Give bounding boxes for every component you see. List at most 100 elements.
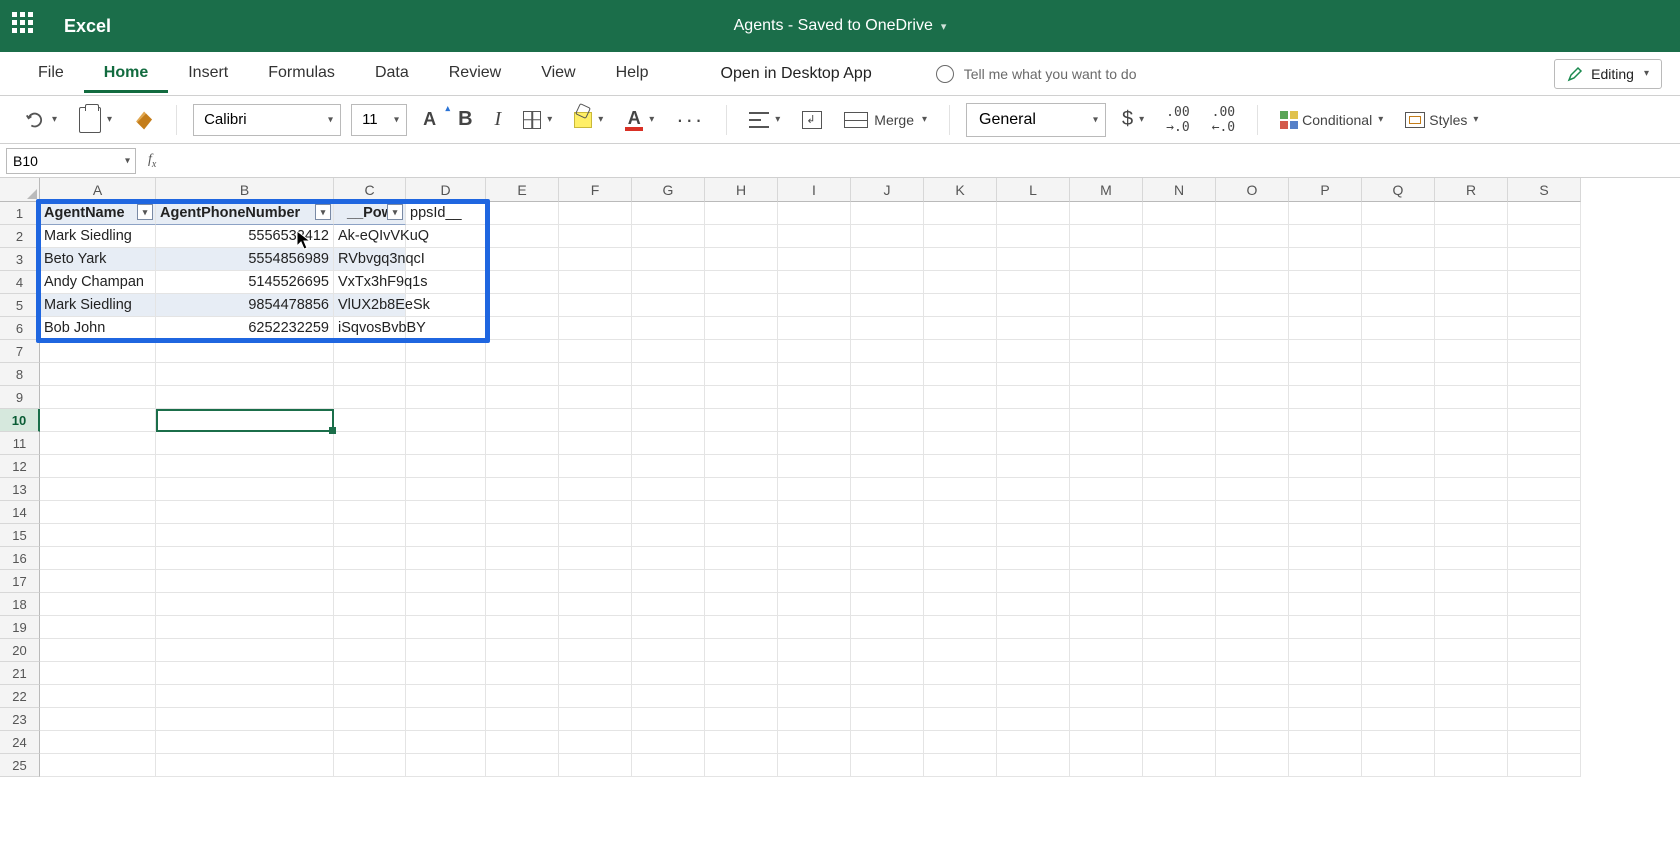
col-header[interactable]: B — [156, 178, 334, 202]
cell[interactable] — [559, 432, 632, 455]
open-in-desktop-button[interactable]: Open in Desktop App — [709, 55, 884, 93]
cell[interactable] — [1508, 616, 1581, 639]
cell[interactable] — [486, 524, 559, 547]
cell[interactable] — [1070, 340, 1143, 363]
cell[interactable] — [1216, 294, 1289, 317]
alignment-button[interactable]: ▾ — [743, 108, 786, 132]
cell[interactable] — [1362, 708, 1435, 731]
cell[interactable] — [1508, 662, 1581, 685]
cell[interactable] — [997, 547, 1070, 570]
cell[interactable] — [1143, 616, 1216, 639]
cell[interactable] — [851, 708, 924, 731]
cell[interactable] — [1289, 317, 1362, 340]
cell[interactable] — [1362, 754, 1435, 777]
cell[interactable] — [1143, 386, 1216, 409]
cell[interactable] — [1216, 662, 1289, 685]
formula-input[interactable] — [168, 148, 1674, 174]
cell[interactable] — [1508, 271, 1581, 294]
cell[interactable] — [1216, 547, 1289, 570]
cell[interactable] — [1508, 294, 1581, 317]
cell[interactable] — [1070, 294, 1143, 317]
cell[interactable] — [632, 616, 705, 639]
cell[interactable] — [406, 317, 486, 340]
cell[interactable] — [924, 685, 997, 708]
cell[interactable] — [632, 363, 705, 386]
cell[interactable] — [1143, 225, 1216, 248]
decrease-decimal-button[interactable]: .00←.0 — [1206, 101, 1241, 139]
cell[interactable] — [559, 409, 632, 432]
cell[interactable] — [778, 547, 851, 570]
col-header[interactable]: J — [851, 178, 924, 202]
cell[interactable] — [1216, 202, 1289, 225]
table-header-cell[interactable]: __Powe ▾ — [334, 202, 406, 225]
cell[interactable] — [924, 662, 997, 685]
cell[interactable] — [778, 248, 851, 271]
cell[interactable] — [40, 708, 156, 731]
cell[interactable] — [1508, 317, 1581, 340]
cell[interactable] — [334, 616, 406, 639]
cell[interactable] — [778, 202, 851, 225]
cell[interactable] — [40, 409, 156, 432]
cell[interactable] — [1289, 524, 1362, 547]
cell[interactable] — [1362, 409, 1435, 432]
cell[interactable] — [40, 685, 156, 708]
cell[interactable] — [1362, 225, 1435, 248]
tab-home[interactable]: Home — [84, 54, 168, 93]
cell[interactable] — [559, 754, 632, 777]
cell[interactable] — [1289, 570, 1362, 593]
cell[interactable] — [1216, 524, 1289, 547]
wrap-text-button[interactable] — [796, 107, 828, 133]
row-header[interactable]: 5 — [0, 294, 40, 317]
font-color-button[interactable]: A▾ — [619, 105, 660, 135]
select-all-corner[interactable] — [0, 178, 40, 202]
row-header[interactable]: 22 — [0, 685, 40, 708]
cell[interactable]: Beto Yark — [40, 248, 156, 271]
cell[interactable] — [156, 455, 334, 478]
cell[interactable] — [406, 409, 486, 432]
cell[interactable] — [156, 708, 334, 731]
cell[interactable] — [632, 547, 705, 570]
cell[interactable] — [1070, 685, 1143, 708]
cell[interactable] — [334, 501, 406, 524]
cell[interactable] — [997, 202, 1070, 225]
cell[interactable]: 6252232259 — [156, 317, 334, 340]
cell[interactable] — [1216, 501, 1289, 524]
row-header[interactable]: 12 — [0, 455, 40, 478]
cell[interactable] — [997, 340, 1070, 363]
cell[interactable] — [1143, 248, 1216, 271]
cell[interactable] — [632, 639, 705, 662]
cell[interactable] — [778, 478, 851, 501]
cell[interactable] — [1362, 340, 1435, 363]
cell[interactable] — [1435, 639, 1508, 662]
cell[interactable] — [334, 731, 406, 754]
cell[interactable] — [1508, 754, 1581, 777]
cell[interactable] — [1216, 363, 1289, 386]
cell[interactable] — [559, 225, 632, 248]
cell[interactable] — [334, 708, 406, 731]
cell[interactable] — [851, 478, 924, 501]
cell[interactable] — [559, 271, 632, 294]
cell[interactable] — [1435, 547, 1508, 570]
cell[interactable] — [40, 478, 156, 501]
cell[interactable] — [406, 363, 486, 386]
cell[interactable] — [1362, 639, 1435, 662]
row-header[interactable]: 25 — [0, 754, 40, 777]
cell[interactable] — [1435, 455, 1508, 478]
fx-icon[interactable]: fx — [142, 152, 162, 170]
cell[interactable] — [1216, 386, 1289, 409]
cell[interactable] — [997, 616, 1070, 639]
cell[interactable] — [156, 386, 334, 409]
cell[interactable] — [559, 202, 632, 225]
cell[interactable] — [997, 478, 1070, 501]
cell[interactable] — [851, 455, 924, 478]
cell[interactable] — [1070, 754, 1143, 777]
cell[interactable] — [1070, 524, 1143, 547]
app-launcher-icon[interactable] — [12, 12, 40, 40]
cell[interactable] — [1508, 524, 1581, 547]
cell[interactable] — [334, 340, 406, 363]
cell[interactable] — [406, 547, 486, 570]
cell[interactable] — [1216, 409, 1289, 432]
undo-button[interactable]: ▾ — [18, 105, 63, 135]
cell[interactable] — [1289, 731, 1362, 754]
cell[interactable] — [924, 409, 997, 432]
